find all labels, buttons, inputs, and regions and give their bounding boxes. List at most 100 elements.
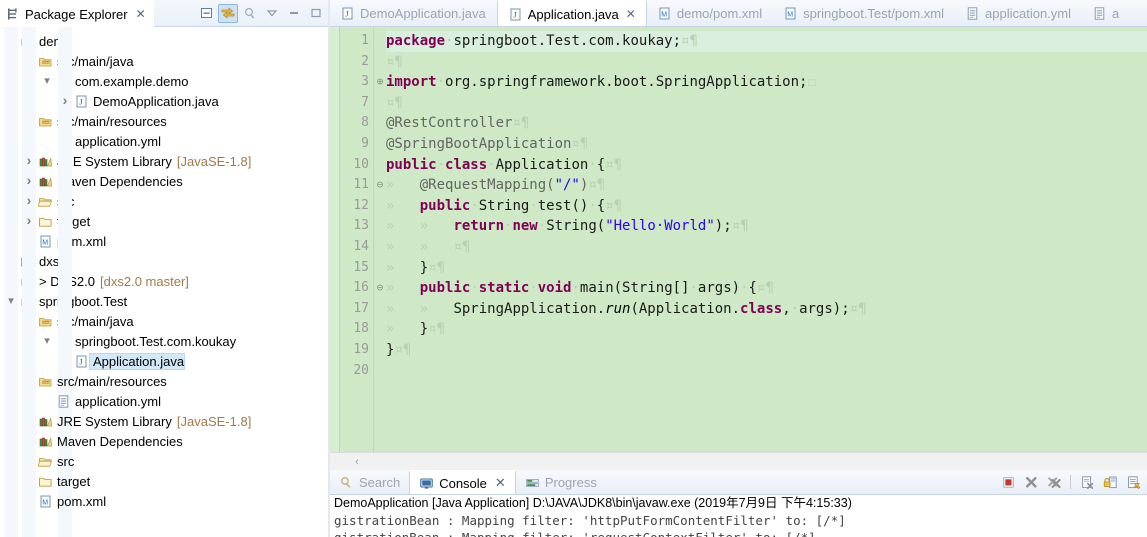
close-icon[interactable]: ✕ [626,7,636,21]
code-line[interactable]: » }¤¶ [386,319,1147,340]
fold-marker[interactable] [374,216,386,237]
tree-item[interactable]: src/main/resources [0,111,330,131]
chevron-right-icon[interactable] [22,212,36,537]
fold-marker[interactable] [374,258,386,279]
chevron-right-icon[interactable] [58,92,72,537]
console-tab[interactable]: Search [330,470,409,494]
console-tab[interactable]: Console ✕ [409,470,516,494]
terminate-icon[interactable] [998,473,1018,492]
chevron-right-icon[interactable] [4,27,18,537]
maximize-icon[interactable] [306,4,326,23]
java-source-editor[interactable]: 1 2 3 7 8 9 10 11 12 13 14 15 16 17 18 19 20 ⊕ ⊖ ⊖ package… [330,27,1147,452]
tree-item[interactable]: target [0,27,330,490]
view-menu-icon[interactable] [262,4,282,23]
tree-item[interactable]: com.example.demo [0,71,330,91]
code-line[interactable]: ¤¶ [386,93,1147,114]
tree-item[interactable]: Mpom.xml [0,231,330,251]
fold-marker[interactable] [374,93,386,114]
focus-on-active-task-icon[interactable] [240,4,260,23]
editor-tab[interactable]: J DemoApplication.java [330,0,497,26]
collapse-all-icon[interactable] [196,4,216,23]
chevron-down-icon[interactable] [40,76,54,87]
code-line[interactable]: @RestController¤¶ [386,113,1147,134]
chevron-down-icon[interactable] [4,296,18,307]
tree-item[interactable]: JApplication.java [0,92,330,537]
editor-tab[interactable]: Mspringboot.Test/pom.xml [773,0,955,26]
tree-item[interactable]: JDemoApplication.java [0,27,330,370]
fold-marker[interactable] [374,361,386,382]
fold-marker[interactable] [374,340,386,361]
console-tab[interactable]: Progress [516,470,606,494]
project-tree[interactable]: MJdemosrc/main/javacom.example.demoJDemo… [0,27,330,537]
code-line[interactable]: » » SpringApplication.run(Application.cl… [386,299,1147,320]
tree-item[interactable]: application.yml [0,131,330,151]
fold-marker[interactable] [374,52,386,73]
remove-all-terminated-icon[interactable] [1044,473,1064,492]
tree-item-label: JRE System Library [57,413,172,429]
code-line[interactable]: » » ¤¶ [386,237,1147,258]
tree-item[interactable]: target [0,212,330,537]
clear-console-icon[interactable] [1077,473,1097,492]
pin-console-icon[interactable] [1123,473,1143,492]
fold-marker[interactable] [374,237,386,258]
editor-tab[interactable]: application.yml [955,0,1082,26]
fold-marker[interactable]: ⊖ [374,175,386,196]
tree-item[interactable]: JRE System Library[JavaSE-1.8] [0,27,330,430]
tree-item[interactable]: MJ> DXS2.0[dxs2.0 master] [0,27,330,537]
scroll-lock-icon[interactable] [1100,473,1120,492]
console-output[interactable]: DemoApplication [Java Application] D:\JA… [330,495,1147,537]
code-line[interactable]: » public·static·void·main(String[]·args)… [386,278,1147,299]
tree-item[interactable]: dxs [0,27,330,530]
editor-tab[interactable]: a [1082,0,1130,26]
code-line[interactable]: @SpringBootApplication¤¶ [386,134,1147,155]
fold-marker[interactable] [374,134,386,155]
code-text[interactable]: package·springboot.Test.com.koukay;¤¶ ¤¶ i… [386,27,1147,452]
fold-marker[interactable] [374,113,386,134]
close-icon[interactable]: ✕ [136,7,146,21]
fold-marker[interactable] [374,31,386,52]
code-line[interactable]: package·springboot.Test.com.koukay;¤¶ [386,31,1147,52]
code-line[interactable]: » }¤¶ [386,258,1147,279]
code-line[interactable]: » » return·new·String("Hello·World");¤¶ [386,216,1147,237]
code-line[interactable] [386,361,1147,382]
folding-ruler[interactable]: ⊕ ⊖ ⊖ [374,27,386,452]
tree-item[interactable]: src [0,192,330,537]
code-line[interactable]: }¤¶ [386,340,1147,361]
link-with-editor-icon[interactable] [218,3,238,23]
package-explorer-icon [6,7,20,21]
scroll-left-icon[interactable]: ‹ [340,456,374,468]
annotation-ruler[interactable] [330,27,340,452]
fold-marker[interactable] [374,319,386,340]
code-line[interactable]: import·org.springframework.boot.SpringAp… [386,72,1147,93]
code-line[interactable]: » public·String·test()·{¤¶ [386,196,1147,217]
fold-marker[interactable] [374,196,386,217]
editor-tab[interactable]: J Application.java ✕ [496,0,647,26]
editor-tab[interactable]: Mdemo/pom.xml [647,0,773,26]
tree-item[interactable]: src/main/java [0,51,330,71]
tree-item[interactable]: src/main/resources [0,371,330,391]
code-line[interactable]: » @RequestMapping("/")¤¶ [386,175,1147,196]
tree-item[interactable]: application.yml [0,391,330,411]
fold-marker[interactable]: ⊖ [374,278,386,299]
code-line[interactable]: public·class·Application·{¤¶ [386,155,1147,176]
tree-item[interactable]: springboot.Test.com.koukay [0,331,330,351]
editor-horizontal-scrollbar[interactable]: ‹ [330,452,1147,470]
console-toolbar [998,473,1147,492]
tree-item[interactable]: Mpom.xml [0,491,330,511]
tree-item[interactable]: Maven Dependencies [0,27,330,450]
fold-marker[interactable] [374,155,386,176]
tree-item[interactable]: src/main/java [0,311,330,331]
close-icon[interactable]: ✕ [495,475,506,491]
chevron-down-icon[interactable] [40,336,54,347]
minimize-icon[interactable] [284,4,304,23]
tree-item[interactable]: MJspringboot.Test [0,291,330,311]
tree-item[interactable]: MJdemo [0,31,330,51]
code-line[interactable]: ¤¶ [386,52,1147,73]
tree-item[interactable]: Maven Dependencies [0,172,330,537]
tree-item[interactable]: JRE System Library[JavaSE-1.8] [0,152,330,537]
tree-item[interactable]: src [0,27,330,470]
fold-marker[interactable] [374,299,386,320]
tab-package-explorer[interactable]: Package Explorer ✕ [0,0,154,27]
fold-marker[interactable]: ⊕ [374,72,386,93]
remove-launch-icon[interactable] [1021,473,1041,492]
